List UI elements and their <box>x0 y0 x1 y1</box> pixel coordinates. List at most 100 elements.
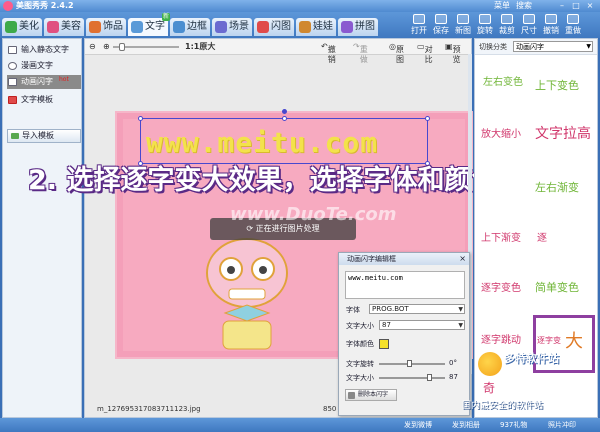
static-text-item[interactable]: 输入静态文字 <box>7 43 81 57</box>
redo-button[interactable]: 重做 <box>564 14 582 36</box>
animated-text-item[interactable]: 动画闪字 hot <box>7 75 81 89</box>
minimize-icon[interactable]: – <box>556 1 568 11</box>
undo-button[interactable]: 撤销 <box>542 14 560 36</box>
zoom-level[interactable]: 1:1原大 <box>185 42 215 52</box>
redo-link[interactable]: ↷ 重做 <box>353 42 368 64</box>
scale-value: 87 <box>449 373 458 381</box>
undo-icon <box>545 14 557 24</box>
resize-handle[interactable] <box>282 116 287 121</box>
rotate-button[interactable]: 旋转 <box>476 14 494 36</box>
resize-handle[interactable] <box>138 116 143 121</box>
size-select[interactable]: 87 ▼ <box>379 320 465 330</box>
tab-shantu[interactable]: 闪图 <box>254 18 294 36</box>
tab-wawa[interactable]: 娃娃 <box>296 18 336 36</box>
maximize-icon[interactable]: □ <box>570 1 582 11</box>
tool-label: 撤销 <box>543 26 559 35</box>
effect-left-right-fade[interactable]: 左右渐变 <box>535 179 579 195</box>
dialog-close-icon[interactable]: × <box>459 253 466 265</box>
scale-slider-knob[interactable] <box>427 374 432 381</box>
save-icon <box>435 14 447 24</box>
tool-label: 尺寸 <box>521 26 537 35</box>
doll-icon <box>299 21 311 33</box>
gift-button[interactable]: 937礼物 <box>500 420 527 430</box>
category-select[interactable]: 动画闪字 ▼ <box>513 41 593 52</box>
tab-changjing[interactable]: 场景 <box>212 18 252 36</box>
original-link[interactable]: ◎ 原图 <box>389 42 404 64</box>
delete-label: 删除本闪字 <box>358 391 389 398</box>
redo-label: 重做 <box>359 45 368 64</box>
effect-stretch[interactable]: 文字拉高 <box>535 123 591 143</box>
chevron-down-icon: ▼ <box>586 43 591 50</box>
file-name: m_127695317083711123.jpg <box>97 405 201 413</box>
preview-link[interactable]: ▣ 预览 <box>445 42 461 64</box>
animated-text-editor: 动画闪字编辑框 × www.meitu.com 字体 PROG.BOT ▼ 文字大… <box>338 252 470 416</box>
beautify-icon <box>5 21 17 33</box>
effect-up-down-fade[interactable]: 上下渐变 <box>481 229 521 244</box>
size-label: 文字大小 <box>346 322 374 330</box>
crop-button[interactable]: 裁剪 <box>498 14 516 36</box>
import-label: 导入模板 <box>22 131 54 140</box>
window-title: 美图秀秀 2.4.2 <box>16 1 74 10</box>
scale-slider[interactable] <box>379 374 445 381</box>
effect-char-jump[interactable]: 逐字跳动 <box>481 331 521 346</box>
tab-shipin[interactable]: 饰品 <box>86 18 126 36</box>
effect-up-down-color[interactable]: 上下变色 <box>535 77 579 93</box>
effect-char-color[interactable]: 逐字变色 <box>481 279 521 294</box>
frame-icon <box>173 21 185 33</box>
original-label: 原图 <box>395 45 404 64</box>
rotate-slider-knob[interactable] <box>407 360 412 367</box>
effect-more[interactable]: 奇 <box>483 379 495 396</box>
tool-label: 旋转 <box>477 26 493 35</box>
category-value: 动画闪字 <box>516 43 544 51</box>
zoom-in-icon[interactable]: ⊕ <box>103 42 110 52</box>
rotate-slider[interactable] <box>379 360 445 367</box>
save-button[interactable]: 保存 <box>432 14 450 36</box>
weibo-share-button[interactable]: 发到微博 <box>404 420 432 430</box>
effect-left-right-color[interactable]: 左右变色 <box>483 73 523 88</box>
preview-label: 预览 <box>452 45 461 64</box>
category-label: 切换分类 <box>479 43 507 51</box>
tab-label: 场景 <box>229 21 249 32</box>
tab-pintu[interactable]: 拼图 <box>338 18 378 36</box>
animated-text: www.meitu.com <box>146 126 379 159</box>
delete-text-button[interactable]: 删除本闪字 <box>345 389 397 401</box>
tab-meihua[interactable]: 美化 <box>2 18 42 36</box>
print-button[interactable]: 照片冲印 <box>548 420 576 430</box>
image-size: 850 <box>323 405 337 413</box>
tab-meirong[interactable]: 美容 <box>44 18 84 36</box>
effect-zoom[interactable]: 放大缩小 <box>481 125 521 140</box>
resize-handle[interactable] <box>425 116 430 121</box>
template-icon <box>8 96 17 104</box>
import-template-button[interactable]: 导入模板 <box>7 129 81 143</box>
compare-link[interactable]: ▭ 对比 <box>417 42 433 64</box>
title-bar: 美图秀秀 2.4.2 菜单 搜索 – □ × <box>0 0 600 12</box>
open-button[interactable]: 打开 <box>410 14 428 36</box>
effect-simple-color[interactable]: 简单变色 <box>535 279 579 295</box>
comic-text-item[interactable]: 漫画文字 <box>7 59 81 73</box>
font-label: 字体 <box>346 306 360 314</box>
site-slogan: 国内最安全的软件站 <box>462 401 544 411</box>
site-name: 多特软件站 <box>504 352 559 365</box>
menu-button[interactable]: 菜单 <box>494 1 510 11</box>
rotate-handle[interactable] <box>282 109 287 114</box>
search-menu-button[interactable]: 搜索 <box>516 1 532 11</box>
tool-label: 保存 <box>433 26 449 35</box>
tab-wenzi[interactable]: 文字 新 <box>128 13 170 36</box>
effect-per-char[interactable]: 逐 <box>537 229 547 244</box>
text-template-item[interactable]: 文字模板 <box>7 93 81 107</box>
undo-link[interactable]: ↶ 撤销 <box>321 42 336 64</box>
tab-biankuang[interactable]: 边框 <box>170 18 210 36</box>
color-picker[interactable] <box>379 339 389 349</box>
left-item-label: 漫画文字 <box>21 61 53 70</box>
tab-label: 文字 <box>145 21 165 32</box>
left-item-label: 动画闪字 <box>21 77 53 86</box>
new-image-button[interactable]: 新图 <box>454 14 472 36</box>
resize-button[interactable]: 尺寸 <box>520 14 538 36</box>
zoom-out-icon[interactable]: ⊖ <box>89 42 96 52</box>
font-select[interactable]: PROG.BOT ▼ <box>369 304 465 314</box>
album-share-button[interactable]: 发到相册 <box>452 420 480 430</box>
close-icon[interactable]: × <box>584 1 596 11</box>
text-input[interactable]: www.meitu.com <box>345 271 465 299</box>
comic-icon <box>8 62 17 70</box>
zoom-slider-knob[interactable] <box>119 43 125 51</box>
